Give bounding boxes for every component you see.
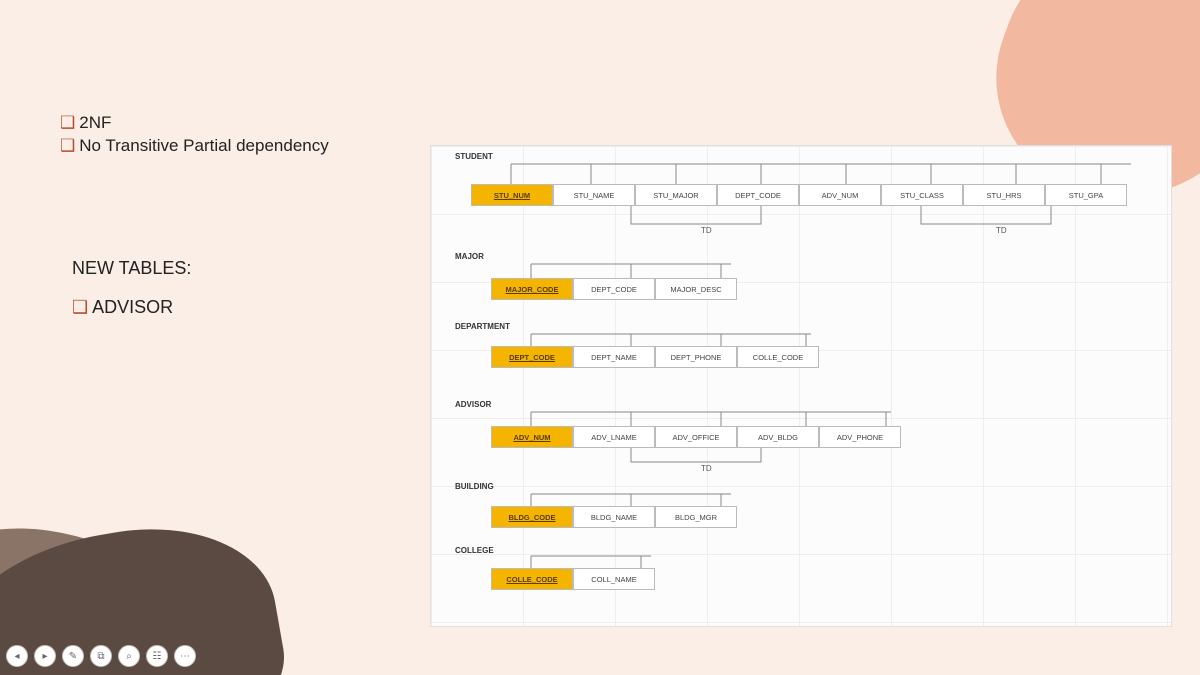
pen-icon: ✎ — [69, 651, 77, 662]
col: DEPT_PHONE — [655, 346, 737, 368]
new-tables-item: ADVISOR — [92, 297, 173, 317]
more-button[interactable]: ⋯ — [174, 645, 196, 667]
col: BLDG_NAME — [573, 506, 655, 528]
magnifier-icon: ⌕ — [126, 651, 132, 662]
col: COLLE_CODE — [737, 346, 819, 368]
table-row-student: STU_NUM STU_NAME STU_MAJOR DEPT_CODE ADV… — [471, 184, 1127, 206]
captions-button[interactable]: ☷ — [146, 645, 168, 667]
table-label-student: STUDENT — [455, 152, 493, 161]
td-label: TD — [996, 226, 1007, 235]
chevron-left-icon: ◂ — [14, 651, 19, 662]
slide-toolbar: ◂ ▸ ✎ ⧉ ⌕ ☷ ⋯ — [6, 645, 196, 667]
table-row-major: MAJOR_CODE DEPT_CODE MAJOR_DESC — [491, 278, 737, 300]
table-row-advisor: ADV_NUM ADV_LNAME ADV_OFFICE ADV_BLDG AD… — [491, 426, 901, 448]
col: ADV_BLDG — [737, 426, 819, 448]
bullet-square-icon: ❑ — [72, 297, 92, 317]
td-label: TD — [701, 464, 712, 473]
bullet-text: 2NF — [79, 113, 111, 132]
col-pk: BLDG_CODE — [491, 506, 573, 528]
col-pk: STU_NUM — [471, 184, 553, 206]
col: STU_HRS — [963, 184, 1045, 206]
col: DEPT_NAME — [573, 346, 655, 368]
bullet-square-icon: ❑ — [60, 136, 75, 155]
table-row-building: BLDG_CODE BLDG_NAME BLDG_MGR — [491, 506, 737, 528]
diagram-grid — [431, 146, 1171, 626]
table-label-college: COLLEGE — [455, 546, 494, 555]
table-label-department: DEPARTMENT — [455, 322, 510, 331]
crop-icon: ⧉ — [97, 651, 104, 662]
col: DEPT_CODE — [573, 278, 655, 300]
new-tables-block: NEW TABLES: ❑ ADVISOR — [72, 258, 191, 318]
captions-icon: ☷ — [153, 651, 162, 662]
col: COLL_NAME — [573, 568, 655, 590]
col-pk: MAJOR_CODE — [491, 278, 573, 300]
col: STU_NAME — [553, 184, 635, 206]
col: STU_CLASS — [881, 184, 963, 206]
col-pk: COLLE_CODE — [491, 568, 573, 590]
col: STU_MAJOR — [635, 184, 717, 206]
col: MAJOR_DESC — [655, 278, 737, 300]
bullet-list: ❑2NF ❑No Transitive Partial dependency — [60, 112, 329, 158]
col: ADV_LNAME — [573, 426, 655, 448]
crop-button[interactable]: ⧉ — [90, 645, 112, 667]
col: STU_GPA — [1045, 184, 1127, 206]
table-row-department: DEPT_CODE DEPT_NAME DEPT_PHONE COLLE_COD… — [491, 346, 819, 368]
ellipsis-icon: ⋯ — [180, 651, 190, 662]
play-button[interactable]: ▸ — [34, 645, 56, 667]
play-icon: ▸ — [42, 651, 47, 662]
table-label-advisor: ADVISOR — [455, 400, 491, 409]
prev-slide-button[interactable]: ◂ — [6, 645, 28, 667]
col: ADV_NUM — [799, 184, 881, 206]
col: ADV_OFFICE — [655, 426, 737, 448]
bullet-square-icon: ❑ — [60, 113, 75, 132]
bullet-text: No Transitive Partial dependency — [79, 136, 328, 155]
new-tables-header: NEW TABLES: — [72, 258, 191, 279]
col: BLDG_MGR — [655, 506, 737, 528]
td-label: TD — [701, 226, 712, 235]
col: ADV_PHONE — [819, 426, 901, 448]
table-label-major: MAJOR — [455, 252, 484, 261]
diagram-panel: STUDENT STU_NUM STU_NAME STU_MAJOR DEPT_… — [430, 145, 1172, 627]
col-pk: ADV_NUM — [491, 426, 573, 448]
pen-button[interactable]: ✎ — [62, 645, 84, 667]
col-pk: DEPT_CODE — [491, 346, 573, 368]
table-row-college: COLLE_CODE COLL_NAME — [491, 568, 655, 590]
col: DEPT_CODE — [717, 184, 799, 206]
zoom-button[interactable]: ⌕ — [118, 645, 140, 667]
table-label-building: BUILDING — [455, 482, 494, 491]
